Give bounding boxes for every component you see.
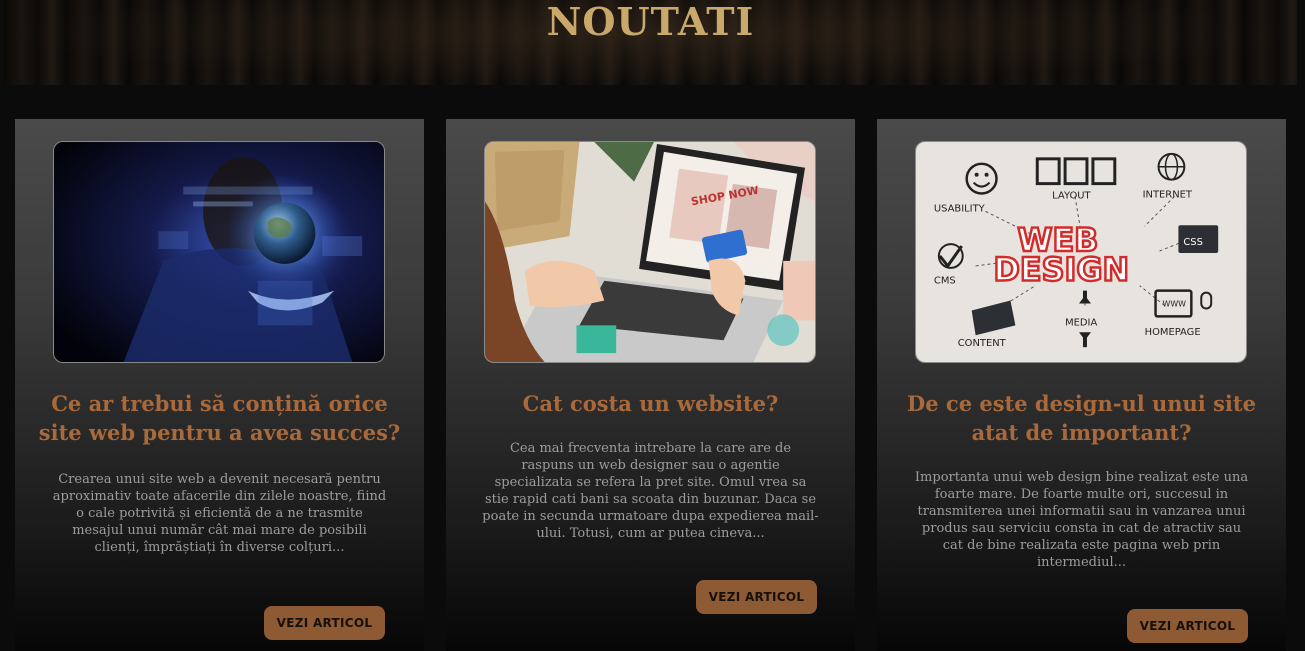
section-header: NOUTATI xyxy=(4,0,1297,85)
css-label: CSS xyxy=(1183,237,1203,248)
usability-label: USABILITY xyxy=(934,203,986,214)
article-card: SHOP NOW Cat costa un website? Cea mai f… xyxy=(446,119,855,651)
hand-globe-hologram-image[interactable] xyxy=(53,141,385,363)
read-article-button[interactable]: VEZI ARTICOL xyxy=(696,580,817,614)
content-label: CONTENT xyxy=(958,338,1007,349)
article-excerpt: Cea mai frecventa intrebare la care are … xyxy=(482,441,819,541)
internet-label: INTERNET xyxy=(1143,190,1193,201)
article-card: Ce ar trebui să conțină orice site web p… xyxy=(15,119,424,651)
homepage-label: HOMEPAGE xyxy=(1145,327,1201,338)
www-label: WWW xyxy=(1163,300,1187,309)
article-card: USABILITY LAYOUT INTERNET CSS CMS MEDIA … xyxy=(877,119,1286,651)
section-title: NOUTATI xyxy=(546,0,755,44)
article-title[interactable]: De ce este design-ul unui site atat de i… xyxy=(897,389,1266,447)
read-article-button[interactable]: VEZI ARTICOL xyxy=(264,606,385,640)
article-title[interactable]: Ce ar trebui să conțină orice site web p… xyxy=(35,389,404,447)
article-excerpt: Crearea unui site web a devenit necesară… xyxy=(52,472,387,555)
laptop-shopping-image[interactable]: SHOP NOW xyxy=(484,141,816,363)
cms-label: CMS xyxy=(934,276,956,287)
article-title[interactable]: Cat costa un website? xyxy=(466,389,835,418)
article-excerpt: Importanta unui web design bine realizat… xyxy=(914,470,1249,570)
web-design-diagram-image[interactable]: USABILITY LAYOUT INTERNET CSS CMS MEDIA … xyxy=(915,141,1247,363)
media-label: MEDIA xyxy=(1065,317,1097,328)
read-article-button[interactable]: VEZI ARTICOL xyxy=(1127,609,1248,643)
layout-label: LAYOUT xyxy=(1052,190,1091,201)
design-headline: DESIGN xyxy=(994,253,1130,289)
